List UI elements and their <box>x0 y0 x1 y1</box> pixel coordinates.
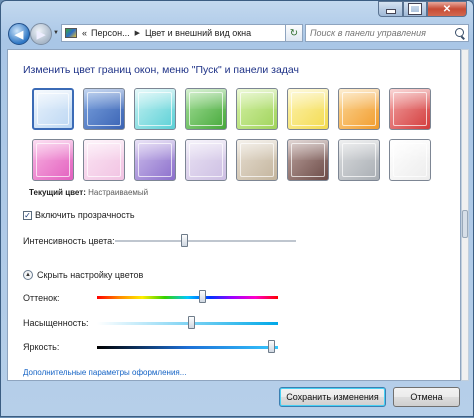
intensity-slider-track[interactable] <box>115 240 296 242</box>
current-color: Текущий цвет: Настраиваемый <box>29 188 148 197</box>
color-swatch-blush[interactable] <box>83 139 125 181</box>
current-color-value: Настраиваемый <box>88 188 149 197</box>
current-color-label: Текущий цвет: <box>29 188 86 197</box>
search-icon[interactable] <box>455 28 464 37</box>
page-title: Изменить цвет границ окон, меню "Пуск" и… <box>23 64 300 76</box>
window: ✕ ◀ ▶ ▼ « Персон... ▶ Цвет и внешний вид… <box>0 0 474 417</box>
color-swatch-sky[interactable] <box>32 88 74 130</box>
intensity-label: Интенсивность цвета: <box>23 236 115 246</box>
hide-mixer-row[interactable]: ▲ Скрыть настройку цветов <box>23 270 143 280</box>
collapse-icon[interactable]: ▲ <box>23 270 33 280</box>
breadcrumb-overflow[interactable]: « <box>80 28 89 38</box>
refresh-button[interactable]: ↻ <box>285 24 303 42</box>
hue-slider-thumb[interactable] <box>198 290 206 303</box>
caption-buttons: ✕ <box>378 1 467 17</box>
refresh-icon: ↻ <box>289 27 299 39</box>
breadcrumb-personalization[interactable]: Персон... <box>89 28 132 38</box>
footer: Сохранить изменения Отмена <box>1 381 474 418</box>
brightness-label: Яркость: <box>23 342 60 352</box>
hide-mixer-label[interactable]: Скрыть настройку цветов <box>37 270 143 280</box>
search-input[interactable] <box>306 25 450 41</box>
color-swatch-violet[interactable] <box>134 139 176 181</box>
color-swatch-twilight[interactable] <box>83 88 125 130</box>
recent-pages-dropdown[interactable]: ▼ <box>53 30 59 36</box>
color-swatch-ruby[interactable] <box>389 88 431 130</box>
close-icon: ✕ <box>442 3 452 15</box>
vertical-scrollbar[interactable] <box>461 49 469 381</box>
hue-slider-track[interactable] <box>97 296 278 299</box>
transparency-checkbox[interactable]: ✓ <box>23 210 32 220</box>
search-box[interactable] <box>305 24 469 42</box>
navigation-bar: ◀ ▶ ▼ « Персон... ▶ Цвет и внешний вид о… <box>7 21 469 47</box>
color-swatch-taupe[interactable] <box>236 139 278 181</box>
saturation-slider-thumb[interactable] <box>188 316 196 329</box>
back-arrow-icon: ◀ <box>14 28 24 41</box>
color-swatch-lavender[interactable] <box>185 139 227 181</box>
color-swatch-pumpkin[interactable] <box>338 88 380 130</box>
hue-label: Оттенок: <box>23 293 60 303</box>
transparency-row[interactable]: ✓ Включить прозрачность <box>23 210 135 220</box>
color-swatch-lime[interactable] <box>236 88 278 130</box>
brightness-slider-thumb[interactable] <box>267 340 275 353</box>
color-swatch-sun[interactable] <box>287 88 329 130</box>
transparency-label[interactable]: Включить прозрачность <box>35 210 135 220</box>
forward-arrow-icon: ▶ <box>36 28 46 41</box>
minimize-button[interactable] <box>378 1 403 17</box>
close-button[interactable]: ✕ <box>427 1 467 17</box>
brightness-slider-track[interactable] <box>97 346 278 349</box>
cancel-button[interactable]: Отмена <box>393 387 460 407</box>
color-swatch-sea[interactable] <box>134 88 176 130</box>
advanced-appearance-link[interactable]: Дополнительные параметры оформления... <box>23 368 186 377</box>
color-swatch-leaf[interactable] <box>185 88 227 130</box>
maximize-button[interactable] <box>403 1 427 17</box>
content-pane: Изменить цвет границ окон, меню "Пуск" и… <box>7 49 461 381</box>
save-changes-button[interactable]: Сохранить изменения <box>279 387 386 407</box>
breadcrumb-window-color[interactable]: Цвет и внешний вид окна <box>143 28 253 38</box>
forward-button[interactable]: ▶ <box>30 23 52 45</box>
minimize-icon <box>385 9 396 14</box>
back-button[interactable]: ◀ <box>8 23 30 45</box>
color-swatch-fuchsia[interactable] <box>32 139 74 181</box>
color-swatch-frost[interactable] <box>389 139 431 181</box>
scrollbar-thumb[interactable] <box>462 210 468 238</box>
breadcrumb-separator-icon[interactable]: ▶ <box>132 29 143 37</box>
maximize-icon <box>409 4 421 14</box>
color-swatch-chocolate[interactable] <box>287 139 329 181</box>
intensity-slider-thumb[interactable] <box>180 234 188 247</box>
control-panel-icon <box>65 28 77 38</box>
checkmark-icon: ✓ <box>24 210 31 220</box>
color-swatch-slate[interactable] <box>338 139 380 181</box>
address-bar[interactable]: « Персон... ▶ Цвет и внешний вид окна <box>61 24 301 42</box>
saturation-label: Насыщенность: <box>23 318 89 328</box>
